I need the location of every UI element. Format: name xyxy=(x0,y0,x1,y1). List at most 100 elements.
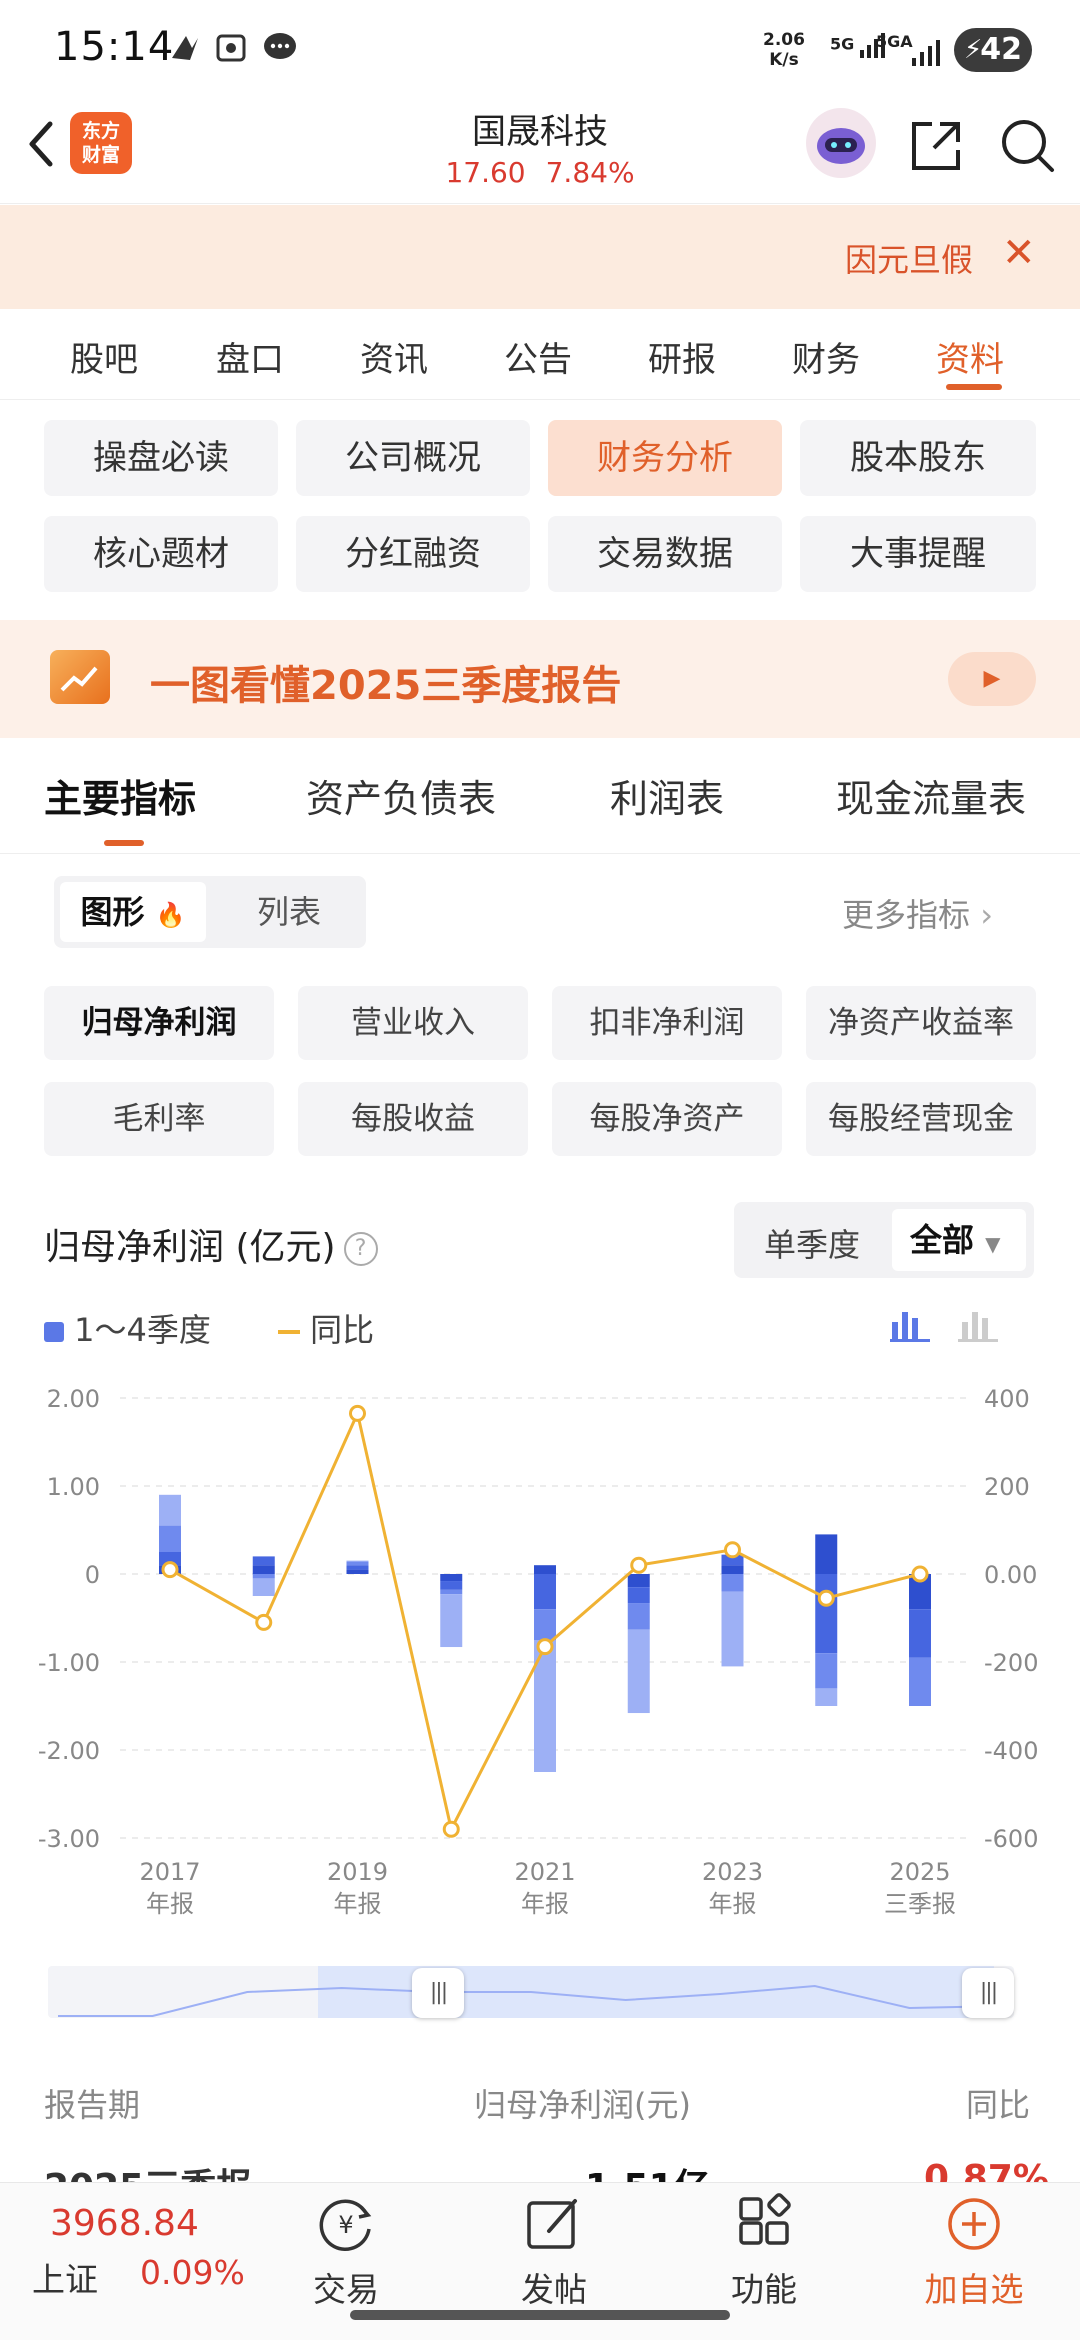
toggle-graph[interactable]: 图形 🔥 xyxy=(60,882,206,942)
list-header-yoy: 同比 xyxy=(966,2086,1031,2124)
subtab-company-overview[interactable]: 公司概况 xyxy=(296,420,530,496)
tab-guba[interactable]: 股吧 xyxy=(70,332,138,381)
more-metrics-link[interactable]: 更多指标 › xyxy=(842,890,993,936)
range-handle-right[interactable]: ||| xyxy=(962,1968,1014,2018)
close-icon[interactable]: ✕ xyxy=(1002,233,1036,273)
bar-segment xyxy=(252,1565,275,1574)
x-tick-year: 2021 xyxy=(514,1858,575,1886)
chart-title: 归母净利润 (亿元)? xyxy=(44,1218,378,1270)
x-tick-label: 年报 xyxy=(521,1890,569,1918)
status-bar: 15:14 2.06 K/s 5G 5GA ⚡ 42 xyxy=(0,0,1080,100)
subtab-must-read[interactable]: 操盘必读 xyxy=(44,420,278,496)
x-tick-year: 2019 xyxy=(327,1858,388,1886)
tab-news[interactable]: 资讯 xyxy=(360,332,428,381)
legend-swatch-bar xyxy=(44,1322,64,1342)
tab-announcements[interactable]: 公告 xyxy=(504,332,572,381)
tab-profile[interactable]: 资料 xyxy=(936,332,1004,381)
list-header-profit: 归母净利润(元) xyxy=(474,2086,691,2124)
bar-segment xyxy=(346,1569,369,1574)
y-right-tick: -600 xyxy=(984,1825,1038,1853)
mode-all[interactable]: 全部 ▼ xyxy=(892,1209,1026,1271)
grouped-bar-chart-icon[interactable] xyxy=(958,1308,998,1346)
subtab-events[interactable]: 大事提醒 xyxy=(800,516,1036,592)
stock-price: 17.60 xyxy=(445,156,526,189)
play-arrow-icon[interactable]: ▶ xyxy=(948,652,1036,706)
stacked-bar-chart-icon[interactable] xyxy=(890,1308,930,1346)
bar-segment xyxy=(627,1603,650,1630)
x-tick-year: 2017 xyxy=(139,1858,200,1886)
active-tab-indicator xyxy=(946,384,1002,390)
subtab-core-themes[interactable]: 核心题材 xyxy=(44,516,278,592)
bar-segment xyxy=(534,1565,556,1574)
indicator-cfps[interactable]: 每股经营现金 xyxy=(806,1082,1036,1156)
share-button[interactable] xyxy=(908,118,964,178)
yoy-point xyxy=(349,1404,366,1422)
subtab-shareholders[interactable]: 股本股东 xyxy=(800,420,1036,496)
bar-segment xyxy=(721,1591,744,1667)
indicator-roe[interactable]: 净资产收益率 xyxy=(806,986,1036,1060)
y-left-tick: -3.00 xyxy=(38,1825,100,1853)
notice-banner[interactable]: 因元旦假 ✕ xyxy=(0,205,1080,309)
bar-segment xyxy=(252,1556,275,1566)
tab-balance-sheet[interactable]: 资产负债表 xyxy=(306,768,496,823)
help-icon[interactable]: ? xyxy=(343,1232,378,1266)
svg-text:¥: ¥ xyxy=(338,2211,353,2239)
tab-pankou[interactable]: 盘口 xyxy=(216,332,284,381)
x-tick-year: 2025 xyxy=(889,1858,950,1886)
legend-quarters: 1～4季度 xyxy=(44,1305,211,1351)
indicator-deducted-profit[interactable]: 扣非净利润 xyxy=(552,986,782,1060)
back-button[interactable] xyxy=(20,114,60,174)
tab-income-statement[interactable]: 利润表 xyxy=(610,768,724,823)
toggle-list[interactable]: 列表 xyxy=(234,882,344,942)
range-handle-left[interactable]: ||| xyxy=(412,1968,464,2018)
tab-research[interactable]: 研报 xyxy=(648,332,716,381)
main-tabs: 股吧 盘口 资讯 公告 研报 财务 资料 xyxy=(0,310,1080,400)
trade-button[interactable]: ¥ 交易 xyxy=(286,2193,406,2311)
post-button[interactable]: 发帖 xyxy=(494,2193,614,2311)
bar-segment xyxy=(815,1534,838,1574)
indicator-revenue[interactable]: 营业收入 xyxy=(298,986,528,1060)
bar-segment xyxy=(252,1574,275,1579)
signal-5ga: 5GA xyxy=(876,32,913,51)
subtab-dividends[interactable]: 分红融资 xyxy=(296,516,530,592)
subtab-financial-analysis[interactable]: 财务分析 xyxy=(548,420,782,496)
index-name[interactable]: 上证 xyxy=(32,2253,98,2301)
stock-name: 国晟科技 xyxy=(472,112,608,152)
ai-assistant-avatar[interactable] xyxy=(806,108,876,178)
bar-segment xyxy=(909,1609,931,1658)
subtab-trading-data[interactable]: 交易数据 xyxy=(548,516,782,592)
bar-segment xyxy=(440,1589,463,1595)
net-profit-chart: 2.00 1.00 0 -1.00 -2.00 -3.00 400 200 0.00 -200 -4… xyxy=(38,1385,1039,1918)
x-tick-label: 年报 xyxy=(146,1890,194,1918)
functions-button[interactable]: 功能 xyxy=(704,2193,824,2311)
yoy-point xyxy=(911,1565,929,1583)
index-change[interactable]: 0.09% xyxy=(140,2253,245,2292)
indicator-net-profit[interactable]: 归母净利润 xyxy=(44,986,274,1060)
report-banner[interactable]: 一图看懂2025三季度报告 ▶ xyxy=(0,620,1080,738)
bar-segment xyxy=(815,1688,838,1706)
stock-change: 7.84% xyxy=(545,156,635,189)
x-tick-label: 年报 xyxy=(334,1890,382,1918)
search-icon xyxy=(1002,120,1054,172)
bar-segment xyxy=(815,1574,838,1654)
add-watchlist-button[interactable]: 加自选 xyxy=(914,2193,1034,2311)
yoy-point xyxy=(724,1541,741,1559)
yoy-point xyxy=(630,1556,648,1574)
indicator-bvps[interactable]: 每股净资产 xyxy=(552,1082,782,1156)
bar-segment xyxy=(815,1653,838,1689)
bar-segment xyxy=(440,1594,463,1648)
tab-key-indicators[interactable]: 主要指标 xyxy=(44,768,196,823)
mini-line xyxy=(58,1984,1005,2017)
y-left-tick: -2.00 xyxy=(38,1737,100,1765)
tab-cash-flow[interactable]: 现金流量表 xyxy=(836,768,1026,823)
search-button[interactable] xyxy=(998,116,1058,180)
index-value[interactable]: 3968.84 xyxy=(50,2203,199,2244)
view-toggle: 图形 🔥 列表 xyxy=(54,876,366,948)
y-right-tick: -400 xyxy=(984,1737,1038,1765)
tab-finance[interactable]: 财务 xyxy=(792,332,860,381)
indicator-gross-margin[interactable]: 毛利率 xyxy=(44,1082,274,1156)
mode-single-quarter[interactable]: 单季度 xyxy=(764,1220,860,1266)
yoy-point xyxy=(536,1638,554,1656)
indicator-eps[interactable]: 每股收益 xyxy=(298,1082,528,1156)
range-slider-track[interactable] xyxy=(48,1966,1014,2018)
